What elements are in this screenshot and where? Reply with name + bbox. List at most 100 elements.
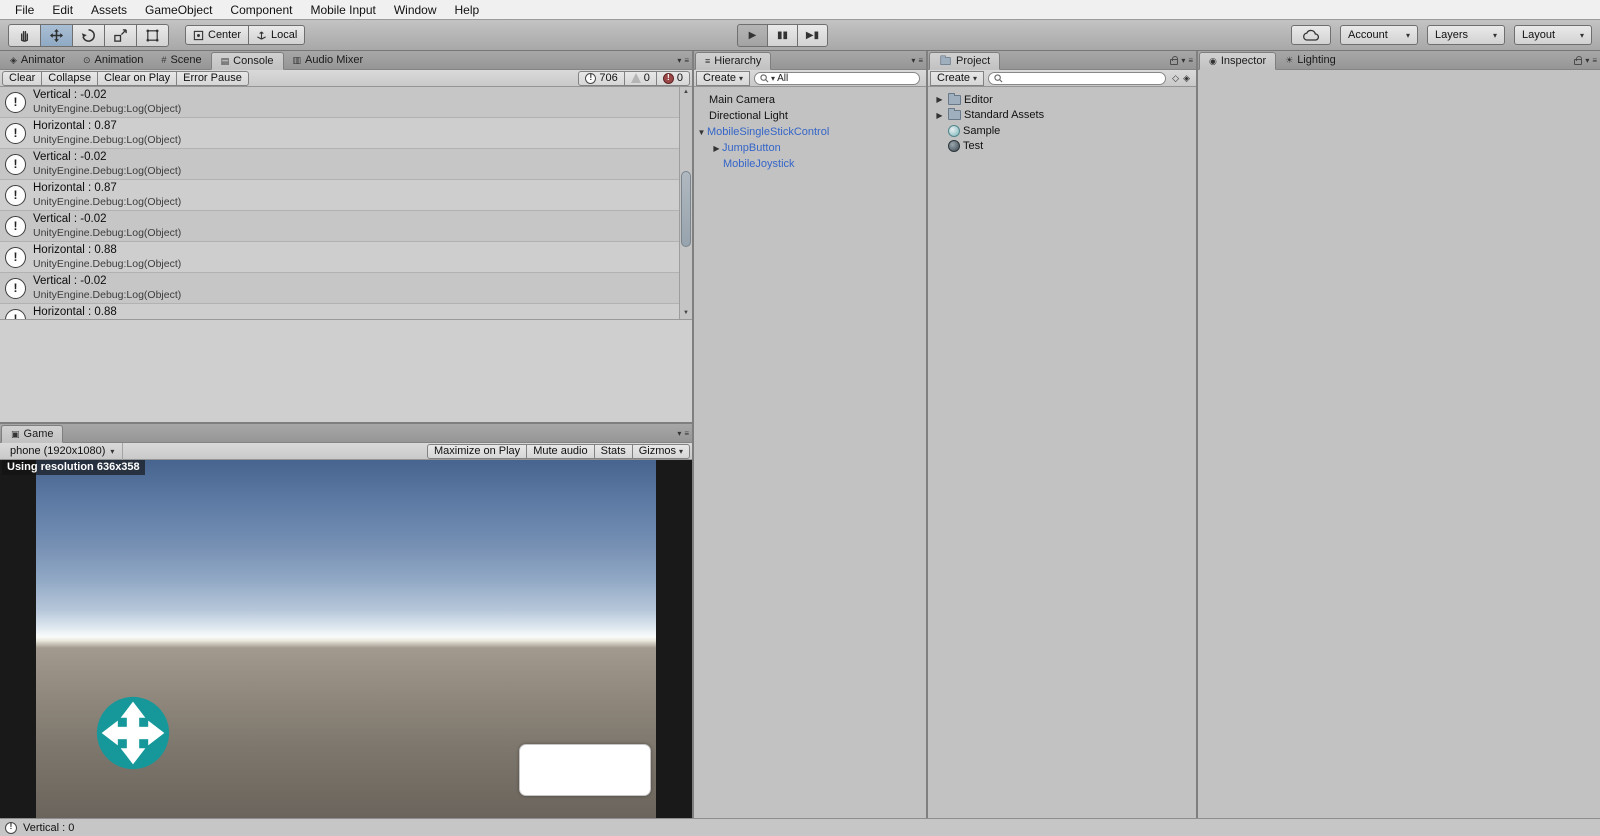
hierarchy-search-field[interactable]: ▾ (754, 71, 920, 85)
menu-item-file[interactable]: File (6, 1, 43, 19)
collapse-button[interactable]: Collapse (41, 70, 99, 86)
scrollbar-thumb[interactable] (681, 171, 691, 247)
log-stacktrace: UnityEngine.Debug:Log(Object) (33, 226, 182, 239)
hand-tool-button[interactable] (8, 24, 41, 47)
project-search-field[interactable] (988, 71, 1167, 85)
hierarchy-item-jumpbutton[interactable]: ▶ JumpButton (694, 140, 926, 156)
gizmos-dropdown[interactable]: Gizmos ▾ (631, 443, 690, 459)
warning-count-badge[interactable]: 0 (623, 70, 657, 86)
foldout-closed-icon[interactable]: ▶ (711, 144, 722, 153)
log-entry[interactable]: Vertical : -0.02UnityEngine.Debug:Log(Ob… (0, 149, 692, 180)
hierarchy-item-directional-light[interactable]: Directional Light (694, 108, 926, 124)
hierarchy-item-mobilejoystick[interactable]: MobileJoystick (694, 156, 926, 172)
info-count-badge[interactable]: 706 (578, 70, 625, 86)
menu-item-assets[interactable]: Assets (82, 1, 136, 19)
tab-game[interactable]: ▣ Game (1, 425, 64, 443)
panel-menu-icon[interactable]: ≡ (684, 56, 689, 65)
menu-item-component[interactable]: Component (221, 1, 301, 19)
error-pause-label: Error Pause (183, 72, 242, 84)
panel-dropdown-icon[interactable]: ▾ (677, 429, 681, 438)
hierarchy-search-input[interactable] (777, 72, 914, 84)
cloud-services-button[interactable] (1291, 25, 1331, 45)
project-item-standard-assets[interactable]: ▶ Standard Assets (928, 108, 1196, 124)
clear-label: Clear (9, 72, 36, 84)
rotate-tool-button[interactable] (72, 24, 105, 47)
panel-dropdown-icon[interactable]: ▾ (1181, 56, 1185, 65)
tab-console[interactable]: ▤ Console (210, 52, 284, 70)
pause-button[interactable]: ▮▮ (767, 24, 798, 47)
search-by-label-icon[interactable]: ◈ (1181, 73, 1194, 84)
panel-menu-icon[interactable]: ≡ (684, 429, 689, 438)
clear-button[interactable]: Clear (2, 70, 43, 86)
tab-hierarchy[interactable]: ≡ Hierarchy (695, 52, 772, 70)
game-viewport: Using resolution 636x358 (0, 460, 692, 818)
tab-lighting[interactable]: ☀ Lighting (1276, 51, 1345, 69)
lock-icon[interactable] (1574, 56, 1583, 65)
project-create-dropdown[interactable]: Create ▾ (930, 70, 985, 86)
panel-dropdown-icon[interactable]: ▾ (1585, 56, 1589, 65)
foldout-closed-icon[interactable]: ▶ (934, 111, 945, 120)
log-entry[interactable]: Vertical : -0.02UnityEngine.Debug:Log(Ob… (0, 211, 692, 242)
log-entry[interactable]: Vertical : -0.02UnityEngine.Debug:Log(Ob… (0, 273, 692, 304)
panel-menu-icon[interactable]: ≡ (918, 56, 923, 65)
layout-dropdown[interactable]: Layout ▾ (1514, 25, 1592, 45)
project-item-test[interactable]: Test (928, 139, 1196, 155)
pivot-center-button[interactable]: Center (185, 25, 250, 45)
tab-inspector[interactable]: ◉ Inspector (1199, 52, 1277, 70)
search-filter-dropdown-icon[interactable]: ▾ (771, 74, 775, 83)
hierarchy-item-mobilesinglestickcontrol[interactable]: ▼ MobileSingleStickControl (694, 124, 926, 140)
error-pause-button[interactable]: Error Pause (176, 70, 249, 86)
project-item-editor[interactable]: ▶ Editor (928, 92, 1196, 108)
pivot-local-button[interactable]: Local (248, 25, 306, 45)
mute-audio-button[interactable]: Mute audio (526, 443, 595, 459)
panel-menu-icon[interactable]: ≡ (1188, 56, 1193, 65)
status-bar[interactable]: Vertical : 0 (0, 818, 1600, 836)
play-button[interactable]: ▶ (737, 24, 768, 47)
menu-item-edit[interactable]: Edit (43, 1, 82, 19)
tab-animation[interactable]: ⊙ Animation (74, 51, 152, 69)
tab-inspector-label: Inspector (1220, 55, 1267, 67)
hierarchy-create-dropdown[interactable]: Create ▾ (696, 70, 751, 86)
tab-audio-mixer[interactable]: ▥ Audio Mixer (284, 51, 373, 69)
scale-tool-button[interactable] (104, 24, 137, 47)
menu-item-window[interactable]: Window (385, 1, 446, 19)
layers-dropdown[interactable]: Layers ▾ (1427, 25, 1505, 45)
menu-item-help[interactable]: Help (446, 1, 489, 19)
foldout-open-icon[interactable]: ▼ (696, 128, 707, 137)
menu-item-gameobject[interactable]: GameObject (136, 1, 221, 19)
console-scrollbar[interactable]: ▲ ▼ (679, 87, 692, 319)
mobile-joystick-button[interactable] (95, 695, 171, 771)
panel-menu-icon[interactable]: ≡ (1592, 56, 1597, 65)
stats-button[interactable]: Stats (593, 443, 633, 459)
step-button[interactable]: ▶▮ (797, 24, 828, 47)
error-count-badge[interactable]: 0 (655, 70, 690, 86)
jump-button[interactable] (519, 744, 651, 796)
project-item-label: Standard Assets (964, 109, 1045, 122)
log-entry[interactable]: Horizontal : 0.88UnityEngine.Debug:Log(O… (0, 242, 692, 273)
panel-dropdown-icon[interactable]: ▾ (911, 56, 915, 65)
log-entry[interactable]: Horizontal : 0.88UnityEngine.Debug:Log(O… (0, 304, 692, 319)
tab-scene[interactable]: # Scene (152, 51, 210, 69)
account-dropdown[interactable]: Account ▾ (1340, 25, 1418, 45)
search-by-type-icon[interactable]: ◇ (1170, 73, 1181, 84)
tab-animator[interactable]: ◈ Animator (1, 51, 74, 69)
scroll-down-icon[interactable]: ▼ (680, 308, 692, 319)
log-entry[interactable]: Vertical : -0.02UnityEngine.Debug:Log(Ob… (0, 87, 692, 118)
project-item-sample[interactable]: Sample (928, 123, 1196, 139)
log-entry[interactable]: Horizontal : 0.87UnityEngine.Debug:Log(O… (0, 180, 692, 211)
panel-dropdown-icon[interactable]: ▾ (677, 56, 681, 65)
log-info-icon (5, 246, 26, 268)
foldout-closed-icon[interactable]: ▶ (934, 95, 945, 104)
hierarchy-item-main-camera[interactable]: Main Camera (694, 92, 926, 108)
project-search-input[interactable] (1005, 72, 1161, 84)
maximize-on-play-button[interactable]: Maximize on Play (426, 443, 528, 459)
aspect-ratio-dropdown[interactable]: phone (1920x1080) ▾ (2, 442, 124, 460)
menu-item-mobile-input[interactable]: Mobile Input (301, 1, 384, 19)
clear-on-play-button[interactable]: Clear on Play (97, 70, 178, 86)
tab-project[interactable]: Project (929, 52, 1001, 70)
lock-icon[interactable] (1170, 56, 1179, 65)
scroll-up-icon[interactable]: ▲ (680, 87, 692, 98)
log-entry[interactable]: Horizontal : 0.87UnityEngine.Debug:Log(O… (0, 118, 692, 149)
move-tool-button[interactable] (40, 24, 73, 47)
rect-tool-button[interactable] (136, 24, 169, 47)
